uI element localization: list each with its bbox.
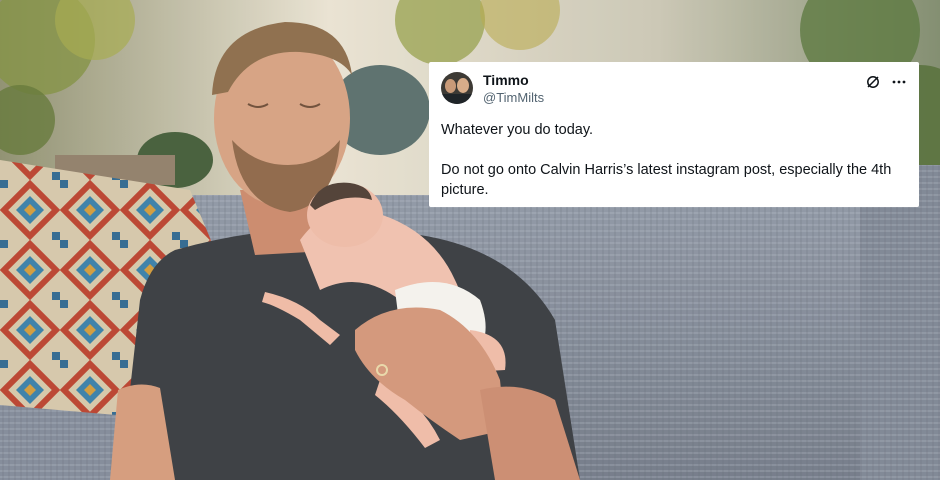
user-handle[interactable]: @TimMilts xyxy=(483,89,544,106)
author-names: Timmo @TimMilts xyxy=(483,72,544,106)
tweet-line-2: Do not go onto Calvin Harris’s latest in… xyxy=(441,162,892,198)
tweet-text: Whatever you do today. Do not go onto Ca… xyxy=(441,120,907,200)
avatar[interactable] xyxy=(441,72,473,104)
tweet-header: Timmo @TimMilts xyxy=(441,72,907,110)
more-icon[interactable] xyxy=(891,74,907,90)
display-name[interactable]: Timmo xyxy=(483,72,544,89)
mute-icon[interactable] xyxy=(865,74,881,90)
header-icons xyxy=(865,72,907,90)
tweet-card[interactable]: Timmo @TimMilts Whatever you do today. D… xyxy=(429,62,919,207)
tweet-line-1: Whatever you do today. xyxy=(441,122,594,138)
